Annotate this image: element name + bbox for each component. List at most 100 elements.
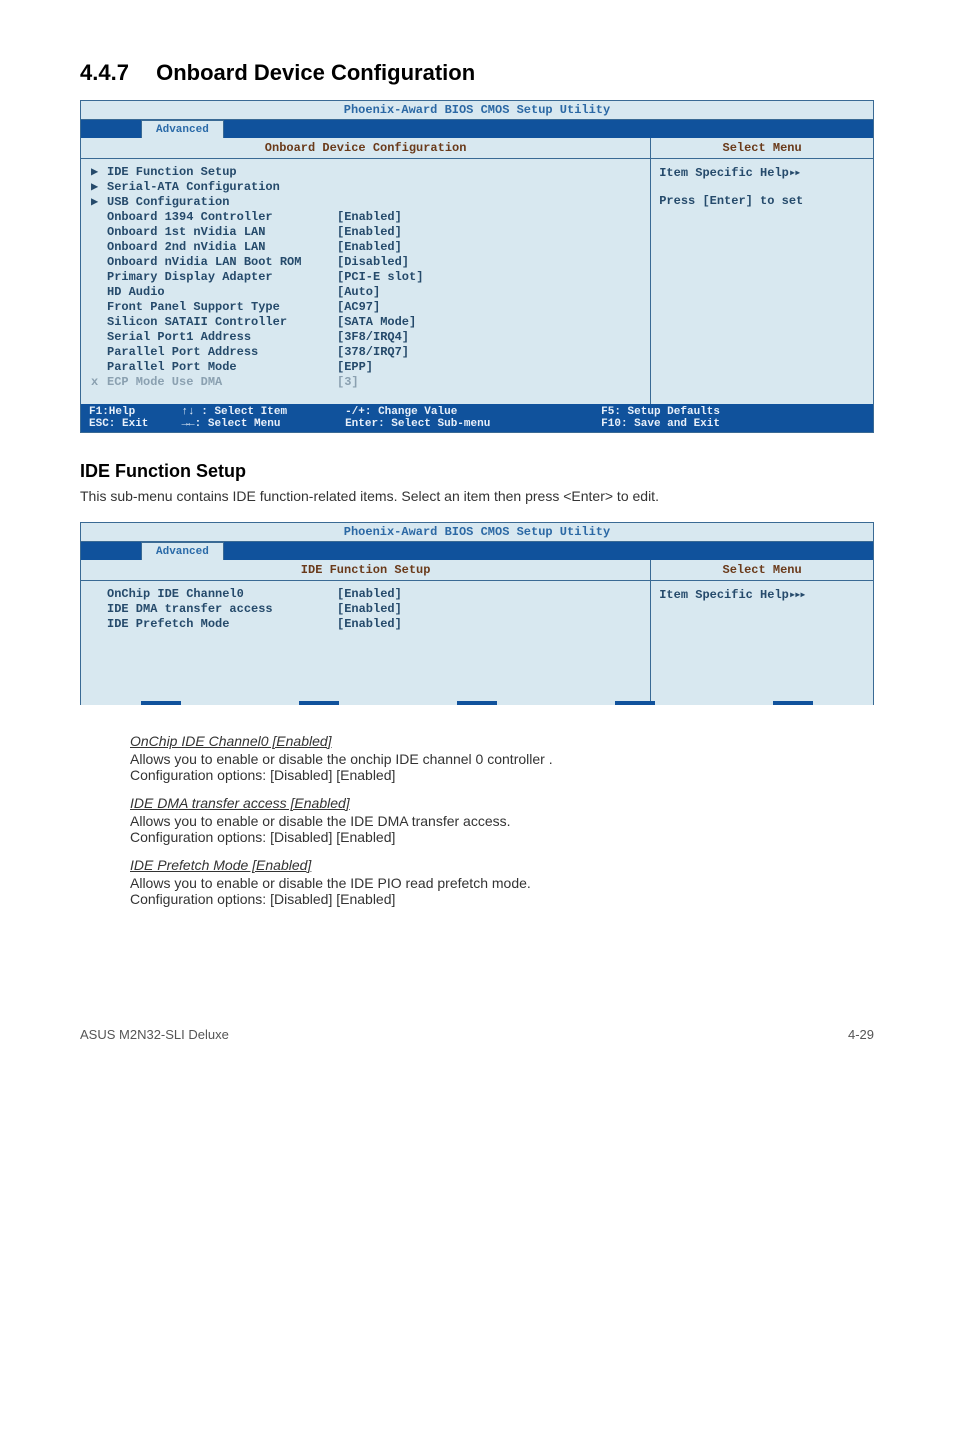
row-label: Front Panel Support Type	[107, 300, 337, 315]
bios-row[interactable]: HD Audio[Auto]	[91, 285, 642, 300]
bios-row[interactable]: Onboard 1st nVidia LAN[Enabled]	[91, 225, 642, 240]
row-marker-icon	[91, 225, 107, 240]
bios-columns-2: IDE Function Setup OnChip IDE Channel0[E…	[81, 560, 873, 701]
section-number: 4.4.7	[80, 60, 150, 86]
option-title: IDE DMA transfer access [Enabled]	[130, 795, 874, 811]
key-defaults: F5: Setup Defaults	[601, 406, 857, 418]
key-change: -/+: Change Value	[345, 406, 601, 418]
tab-strip: Advanced	[81, 120, 873, 138]
key-help: F1:Help ↑↓ : Select Item	[89, 406, 345, 418]
bios-row[interactable]: IDE DMA transfer access[Enabled]	[91, 602, 642, 617]
bios-title-bar: Phoenix-Award BIOS CMOS Setup Utility	[81, 101, 873, 120]
row-value	[337, 195, 642, 210]
left-panel-body: ▶IDE Function Setup▶Serial-ATA Configura…	[81, 159, 650, 404]
bios-row[interactable]: Silicon SATAII Controller[SATA Mode]	[91, 315, 642, 330]
left-panel-title-2: IDE Function Setup	[81, 560, 650, 581]
row-marker-icon: ▶	[91, 180, 107, 195]
bios-panel-ide: Phoenix-Award BIOS CMOS Setup Utility Ad…	[80, 522, 874, 705]
row-label: Serial Port1 Address	[107, 330, 337, 345]
row-marker-icon	[91, 270, 107, 285]
bios-row[interactable]: ▶Serial-ATA Configuration	[91, 180, 642, 195]
row-value: [Enabled]	[337, 617, 642, 632]
bios-columns: Onboard Device Configuration ▶IDE Functi…	[81, 138, 873, 404]
bios-row[interactable]: Parallel Port Address[378/IRQ7]	[91, 345, 642, 360]
bios-row[interactable]: Front Panel Support Type[AC97]	[91, 300, 642, 315]
option-config: Configuration options: [Disabled] [Enabl…	[130, 891, 874, 907]
bios-row[interactable]: Serial Port1 Address[3F8/IRQ4]	[91, 330, 642, 345]
option-config: Configuration options: [Disabled] [Enabl…	[130, 829, 874, 845]
row-label: IDE DMA transfer access	[107, 602, 337, 617]
row-marker-icon	[91, 300, 107, 315]
bios-panel-onboard: Phoenix-Award BIOS CMOS Setup Utility Ad…	[80, 100, 874, 433]
bios2-bottom-cutoff	[81, 701, 873, 705]
help-line1-2: Item Specific Help	[659, 588, 789, 602]
row-value: [Auto]	[337, 285, 642, 300]
row-marker-icon	[91, 255, 107, 270]
row-label: Parallel Port Mode	[107, 360, 337, 375]
select-menu-title-2: Select Menu	[651, 560, 873, 581]
help-line1: Item Specific Help	[659, 166, 789, 180]
help-arrows-icon: ▸▸	[789, 166, 799, 180]
option-title: IDE Prefetch Mode [Enabled]	[130, 857, 874, 873]
row-label: IDE Prefetch Mode	[107, 617, 337, 632]
row-value: [PCI-E slot]	[337, 270, 642, 285]
left-panel-title: Onboard Device Configuration	[81, 138, 650, 159]
option-block: OnChip IDE Channel0 [Enabled]Allows you …	[130, 733, 874, 783]
row-value: [378/IRQ7]	[337, 345, 642, 360]
option-desc: Allows you to enable or disable the IDE …	[130, 875, 874, 891]
help-body: Item Specific Help▸▸ Press [Enter] to se…	[651, 159, 873, 214]
key-save: F10: Save and Exit	[601, 418, 857, 430]
bios-row[interactable]: ▶USB Configuration	[91, 195, 642, 210]
bios-left-panel: Onboard Device Configuration ▶IDE Functi…	[81, 138, 651, 404]
row-value	[337, 165, 642, 180]
row-value: [Enabled]	[337, 240, 642, 255]
row-value: [3]	[337, 375, 642, 390]
bios-row[interactable]: Onboard 2nd nVidia LAN[Enabled]	[91, 240, 642, 255]
bios-row[interactable]: Onboard nVidia LAN Boot ROM[Disabled]	[91, 255, 642, 270]
tab-strip-2: Advanced	[81, 542, 873, 560]
bios-row[interactable]: OnChip IDE Channel0[Enabled]	[91, 587, 642, 602]
bios-right-panel: Select Menu Item Specific Help▸▸ Press […	[651, 138, 873, 404]
options-block: OnChip IDE Channel0 [Enabled] Allows you …	[80, 733, 874, 907]
row-marker-icon	[91, 240, 107, 255]
row-value: [EPP]	[337, 360, 642, 375]
key-exit: ESC: Exit →←: Select Menu	[89, 418, 345, 430]
row-label: Silicon SATAII Controller	[107, 315, 337, 330]
row-value: [Enabled]	[337, 225, 642, 240]
bios-row[interactable]: Primary Display Adapter[PCI-E slot]	[91, 270, 642, 285]
option-desc: Allows you to enable or disable the IDE …	[130, 813, 874, 829]
row-label: USB Configuration	[107, 195, 337, 210]
row-label: HD Audio	[107, 285, 337, 300]
ide-heading: IDE Function Setup	[80, 461, 874, 482]
row-label: IDE Function Setup	[107, 165, 337, 180]
row-value: [Enabled]	[337, 210, 642, 225]
row-label: Primary Display Adapter	[107, 270, 337, 285]
tab-advanced[interactable]: Advanced	[141, 120, 224, 138]
left-panel-body-2: OnChip IDE Channel0[Enabled]IDE DMA tran…	[81, 581, 650, 701]
row-value: [SATA Mode]	[337, 315, 642, 330]
row-value: [Enabled]	[337, 602, 642, 617]
row-label: Serial-ATA Configuration	[107, 180, 337, 195]
bios-row[interactable]: ▶IDE Function Setup	[91, 165, 642, 180]
tab-advanced-2[interactable]: Advanced	[141, 542, 224, 560]
row-label: OnChip IDE Channel0	[107, 587, 337, 602]
select-menu-title: Select Menu	[651, 138, 873, 159]
row-marker-icon	[91, 587, 107, 602]
bios-title-bar-2: Phoenix-Award BIOS CMOS Setup Utility	[81, 523, 873, 542]
bios-row[interactable]: IDE Prefetch Mode[Enabled]	[91, 617, 642, 632]
bios-row[interactable]: Parallel Port Mode[EPP]	[91, 360, 642, 375]
row-marker-icon	[91, 210, 107, 225]
option-block: IDE Prefetch Mode [Enabled] Allows you to…	[130, 857, 874, 907]
footer-right: 4-29	[848, 1027, 874, 1042]
footer-left: ASUS M2N32-SLI Deluxe	[80, 1027, 229, 1042]
bios-row[interactable]: xECP Mode Use DMA[3]	[91, 375, 642, 390]
option-title: OnChip IDE Channel0 [Enabled]	[130, 733, 874, 749]
bios-row[interactable]: Onboard 1394 Controller[Enabled]	[91, 210, 642, 225]
row-marker-icon	[91, 285, 107, 300]
row-marker-icon	[91, 602, 107, 617]
help-body-2: Item Specific Help▸▸▸	[651, 581, 873, 608]
row-value: [Enabled]	[337, 587, 642, 602]
bios-right-panel-2: Select Menu Item Specific Help▸▸▸	[651, 560, 873, 701]
help-line2: Press [Enter] to set	[659, 194, 803, 208]
key-bar: F1:Help ↑↓ : Select Item -/+: Change Val…	[81, 404, 873, 432]
